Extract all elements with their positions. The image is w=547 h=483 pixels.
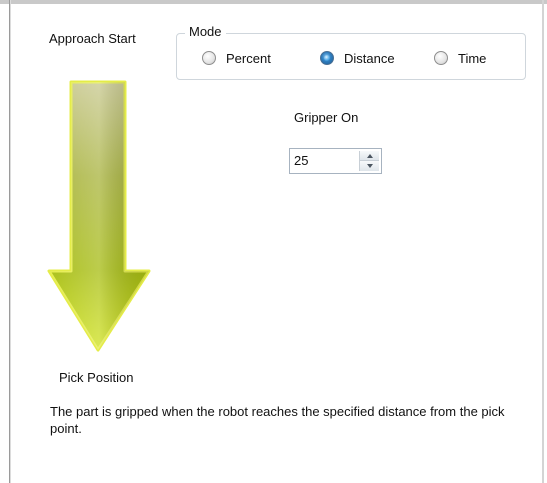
mode-radio-distance-label: Distance [344,50,395,66]
mode-radio-time[interactable]: Time [434,49,486,67]
approach-start-label: Approach Start [49,31,136,46]
mode-group-legend: Mode [185,24,226,39]
radio-button-selected-icon[interactable] [320,51,334,65]
mode-radio-distance[interactable]: Distance [320,49,395,67]
mode-radio-percent[interactable]: Percent [202,49,271,67]
radio-button-icon[interactable] [434,51,448,65]
mode-radio-time-label: Time [458,50,487,66]
chevron-up-icon [366,153,373,158]
down-arrow-icon [47,80,151,352]
spinner-increment-button[interactable] [360,151,379,161]
pick-position-label: Pick Position [59,370,134,385]
window-top-border [0,0,547,4]
panel-left-border-highlight [10,0,11,483]
spinner-decrement-button[interactable] [360,161,379,171]
chevron-down-icon [366,164,373,168]
gripper-distance-value[interactable]: 25 [294,153,308,168]
spinner-buttons [359,151,379,171]
radio-button-icon[interactable] [202,51,216,65]
gripper-distance-spinner[interactable]: 25 [289,148,382,174]
panel-right-border [542,0,544,483]
mode-radio-percent-label: Percent [226,50,271,66]
description-text: The part is gripped when the robot reach… [50,404,505,436]
gripper-on-label: Gripper On [294,110,359,125]
